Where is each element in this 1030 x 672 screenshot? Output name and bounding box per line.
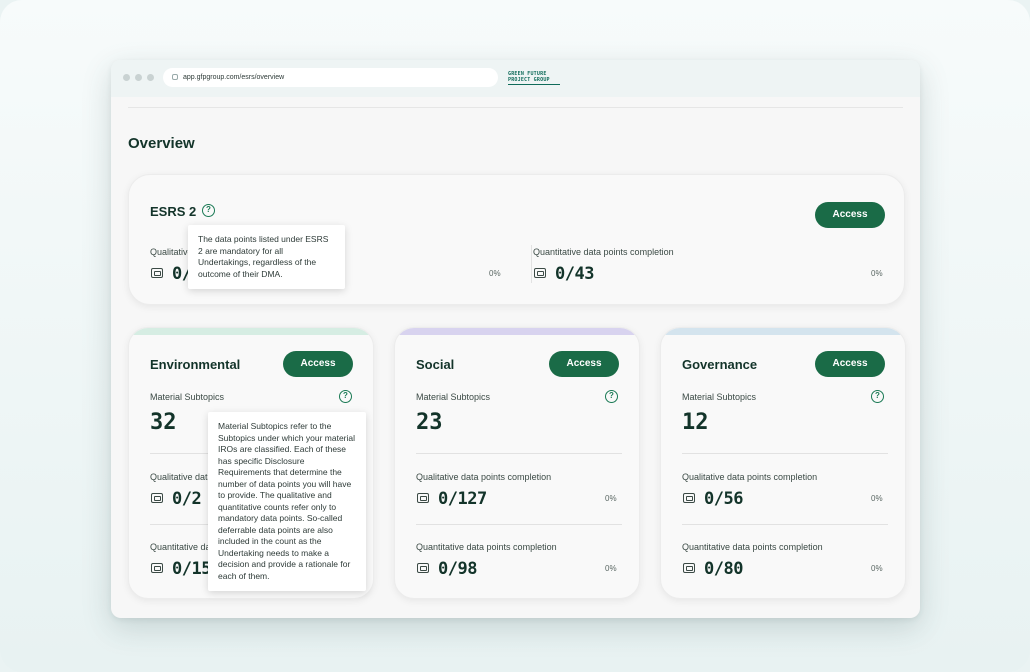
data-icon [151, 563, 163, 573]
qualitative-label: Qualitative data points completion [150, 247, 188, 257]
page-title: Overview [128, 135, 195, 152]
quantitative-pct: 0% [871, 564, 883, 573]
card-divider [682, 453, 888, 454]
window-maximize-dot[interactable] [147, 74, 154, 81]
metric-separator [531, 245, 532, 283]
esrs2-tooltip: The data points listed under ESRS 2 are … [188, 225, 345, 289]
quantitative-value: 0/43 [555, 264, 594, 284]
qualitative-label: Qualitative data points completion [682, 472, 818, 482]
help-icon[interactable]: ? [871, 390, 884, 403]
social-card: Social Access Material Subtopics ? 23 Qu… [394, 327, 640, 599]
governance-card: Governance Access Material Subtopics ? 1… [660, 327, 906, 599]
card-accent-stripe [129, 328, 373, 335]
quantitative-pct: 0% [605, 564, 617, 573]
quantitative-value: 0/80 [704, 559, 743, 579]
logo-text: GREEN FUTURE PROJECT GROUP [508, 71, 550, 83]
subtopics-count: 32 [150, 410, 177, 435]
card-title: Social [416, 357, 455, 372]
help-icon[interactable]: ? [605, 390, 618, 403]
quantitative-label: Quantitative data points completion [416, 542, 557, 552]
card-accent-stripe [661, 328, 905, 335]
quantitative-value: 0/98 [438, 559, 477, 579]
qualitative-value: 0/127 [438, 489, 487, 509]
data-icon [417, 563, 429, 573]
esrs2-title: ESRS 2 [150, 204, 197, 219]
qualitative-pct: 0% [605, 494, 617, 503]
window-close-dot[interactable] [123, 74, 130, 81]
qualitative-value: 0/56 [704, 489, 743, 509]
qualitative-pct: 0% [871, 494, 883, 503]
subtopics-count: 23 [416, 410, 443, 435]
quantitative-pct: 0% [871, 269, 883, 278]
document-icon [417, 493, 429, 503]
brand-logo: GREEN FUTURE PROJECT GROUP [508, 71, 564, 85]
card-divider [416, 524, 622, 525]
document-icon [683, 493, 695, 503]
url-text: app.gfpgroup.com/esrs/overview [183, 74, 285, 81]
subtopics-count: 12 [682, 410, 709, 435]
subtopics-label: Material Subtopics [150, 392, 225, 402]
quantitative-label: Quantitative data points completion [682, 542, 823, 552]
document-icon [151, 493, 163, 503]
data-icon [683, 563, 695, 573]
help-icon[interactable]: ? [339, 390, 352, 403]
address-bar[interactable]: app.gfpgroup.com/esrs/overview [163, 68, 498, 87]
card-title: Environmental [150, 357, 241, 372]
social-access-button[interactable]: Access [549, 351, 619, 377]
card-title: Governance [682, 357, 758, 372]
subtopics-tooltip: Material Subtopics refer to the Subtopic… [208, 412, 366, 591]
document-icon [151, 268, 163, 278]
quantitative-label: Quantitative data points completion [150, 542, 210, 552]
quantitative-value: 0/15 [172, 559, 211, 579]
card-divider [416, 453, 622, 454]
data-icon [534, 268, 546, 278]
qualitative-pct: 0% [489, 269, 501, 278]
browser-toolbar: app.gfpgroup.com/esrs/overview GREEN FUT… [111, 60, 920, 97]
card-accent-stripe [395, 328, 639, 335]
qualitative-label: Qualitative data points completion [416, 472, 552, 482]
qualitative-label: Qualitative data points completion [150, 472, 210, 482]
header-divider [128, 107, 903, 108]
quantitative-label: Quantitative data points completion [533, 247, 674, 257]
qualitative-value: 0/2 [172, 489, 202, 509]
lock-icon [172, 74, 178, 80]
esrs2-access-button[interactable]: Access [815, 202, 885, 228]
window-minimize-dot[interactable] [135, 74, 142, 81]
subtopics-label: Material Subtopics [416, 392, 491, 402]
subtopics-label: Material Subtopics [682, 392, 757, 402]
card-divider [682, 524, 888, 525]
help-icon[interactable]: ? [202, 204, 215, 217]
governance-access-button[interactable]: Access [815, 351, 885, 377]
environmental-access-button[interactable]: Access [283, 351, 353, 377]
browser-window: app.gfpgroup.com/esrs/overview GREEN FUT… [111, 60, 920, 618]
